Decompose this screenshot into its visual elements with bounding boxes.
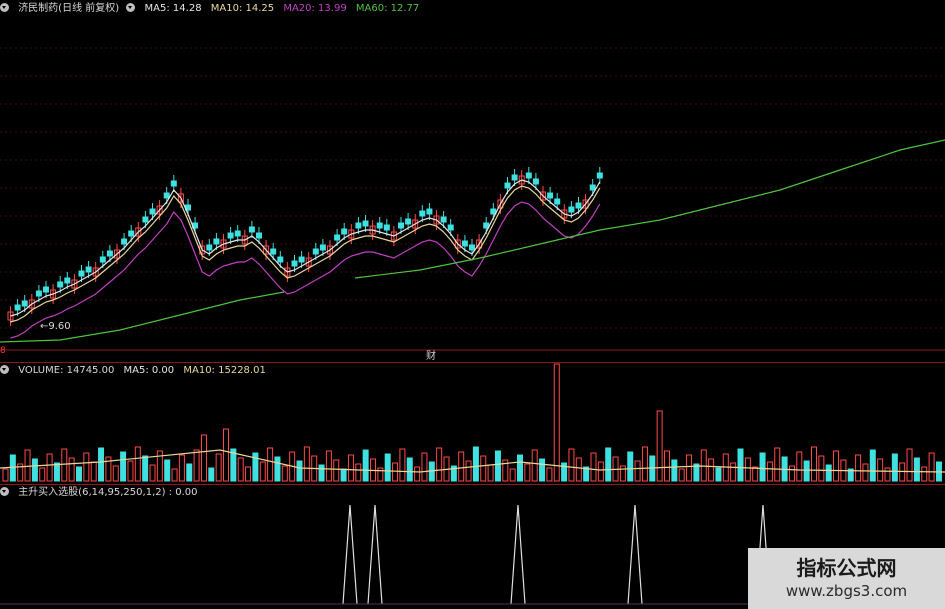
candle-body bbox=[440, 216, 447, 223]
volume-menu-icon[interactable] bbox=[0, 365, 9, 374]
indicator-legend: 主升买入选股(6,14,95,250,1,2) : 0.00 bbox=[0, 486, 204, 500]
candle-body bbox=[362, 220, 369, 227]
candle-body bbox=[319, 244, 326, 251]
candle-body bbox=[312, 248, 319, 255]
low-price-label: ←9.60 bbox=[40, 321, 71, 332]
candle-body bbox=[405, 218, 412, 225]
candle-body bbox=[334, 234, 341, 241]
candle-body bbox=[532, 178, 539, 185]
candle-body bbox=[106, 250, 113, 257]
candle-body bbox=[227, 232, 234, 239]
candle-body bbox=[256, 232, 262, 239]
candle-body bbox=[596, 172, 603, 179]
candle-body bbox=[398, 222, 404, 229]
candle-body bbox=[447, 224, 454, 231]
candle-body bbox=[99, 256, 106, 263]
watermark-title: 指标公式网 bbox=[796, 556, 897, 580]
watermark: 指标公式网 www.zbgs3.com bbox=[748, 548, 945, 609]
candle-body bbox=[14, 304, 21, 311]
ma60-line bbox=[0, 291, 285, 343]
candle-body bbox=[426, 208, 433, 215]
candle-body bbox=[270, 248, 277, 255]
ma10-line bbox=[10, 185, 601, 323]
ma5-line bbox=[10, 179, 601, 317]
left-axis-tick: 8 bbox=[0, 346, 6, 356]
candle-body bbox=[419, 210, 426, 217]
volume-label: VOLUME: 14745.00 bbox=[18, 365, 115, 376]
candle-body bbox=[213, 238, 220, 245]
candle-body bbox=[589, 184, 596, 191]
financial-report-marker[interactable]: 财 bbox=[426, 347, 436, 362]
candle-body bbox=[547, 192, 554, 199]
candle-body bbox=[57, 281, 64, 288]
candle-body bbox=[121, 238, 128, 245]
ma60-line-2 bbox=[354, 139, 945, 279]
candle-body bbox=[170, 180, 177, 187]
indicator-menu-icon[interactable] bbox=[0, 487, 9, 496]
candle-body bbox=[355, 222, 362, 229]
candle-body bbox=[511, 174, 518, 181]
candle-body bbox=[142, 216, 149, 223]
candle-body bbox=[43, 286, 49, 293]
candle-body bbox=[21, 300, 28, 307]
volume-ma10-label: MA10: 15228.01 bbox=[183, 365, 266, 376]
candle-body bbox=[575, 202, 582, 209]
volume-ma5-label: MA5: 0.00 bbox=[123, 365, 175, 376]
candle-body bbox=[78, 270, 85, 277]
candle-body bbox=[554, 198, 561, 205]
candle-body bbox=[504, 182, 511, 189]
volume-legend: VOLUME: 14745.00 MA5: 0.00 MA10: 15228.0… bbox=[0, 364, 272, 378]
candle-body bbox=[85, 266, 92, 273]
candle-body bbox=[461, 240, 468, 247]
candle-body bbox=[291, 260, 298, 267]
candle-body bbox=[35, 290, 42, 297]
candle-body bbox=[163, 192, 170, 199]
candle-body bbox=[469, 244, 475, 251]
candle-body bbox=[341, 228, 348, 235]
candle-body bbox=[376, 222, 383, 229]
candle-body bbox=[277, 256, 284, 263]
candle-body bbox=[525, 172, 532, 179]
watermark-url: www.zbgs3.com bbox=[785, 582, 908, 600]
candle-body bbox=[298, 256, 305, 263]
candle-body bbox=[383, 224, 390, 231]
candle-body bbox=[568, 206, 575, 213]
candle-body bbox=[234, 230, 241, 237]
candle-body bbox=[248, 226, 255, 233]
indicator-label: 主升买入选股(6,14,95,250,1,2) : 0.00 bbox=[18, 487, 198, 498]
candle-body bbox=[206, 244, 213, 251]
volume-panel[interactable]: VOLUME: 14745.00 MA5: 0.00 MA10: 15228.0… bbox=[0, 363, 945, 483]
candle-body bbox=[128, 230, 135, 237]
candle-body bbox=[64, 277, 71, 284]
candle-body bbox=[149, 208, 156, 215]
